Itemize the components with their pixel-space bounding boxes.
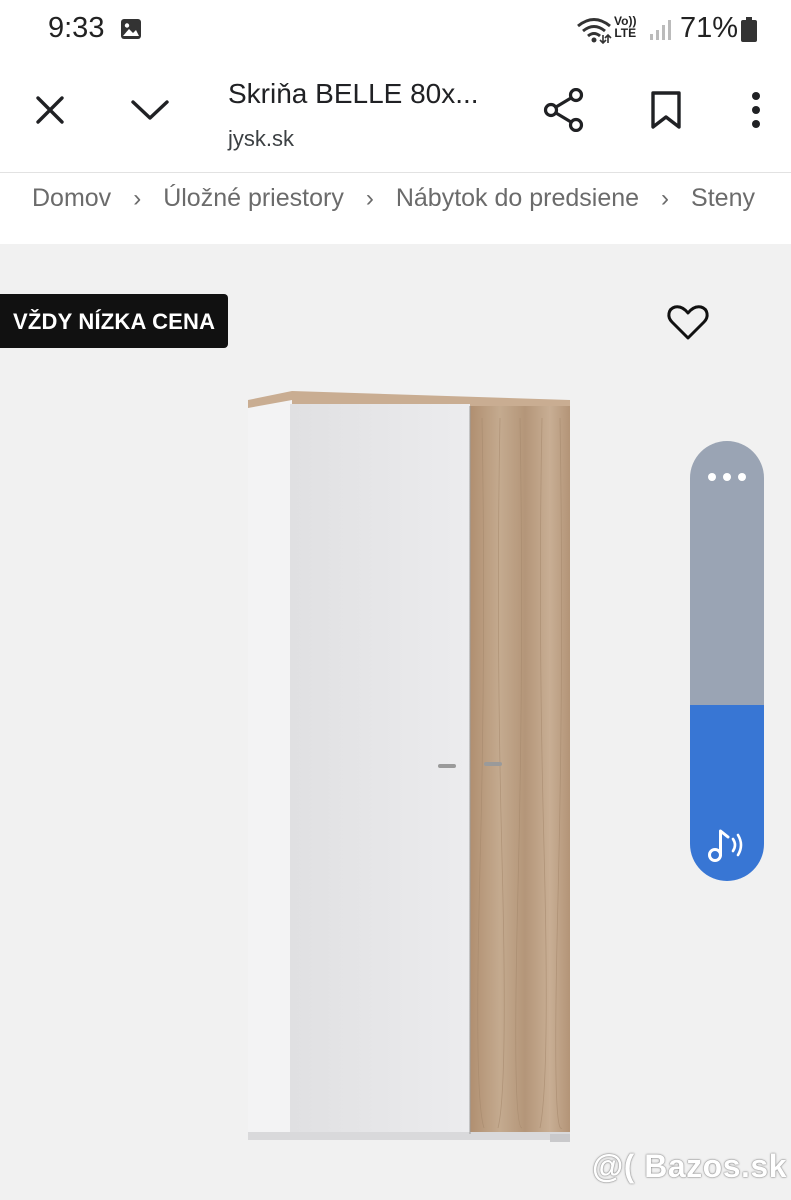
page-domain: jysk.sk [228, 126, 294, 151]
volte-indicator: Vo)) LTE [614, 15, 636, 39]
share-icon [543, 88, 584, 132]
more-vert-icon [752, 92, 760, 128]
more-horiz-icon[interactable] [690, 459, 764, 495]
product-image-area[interactable]: VŽDY NÍZKA CENA [0, 244, 791, 1200]
collapse-button[interactable] [122, 82, 178, 138]
breadcrumb-link-walls[interactable]: Steny [691, 184, 755, 213]
wardrobe-image [248, 391, 570, 1142]
lte-label: LTE [614, 26, 637, 40]
wifi-icon [577, 18, 612, 44]
close-button[interactable] [22, 82, 78, 138]
share-button[interactable] [536, 82, 592, 138]
bookmark-icon [651, 91, 681, 129]
status-time: 9:33 [48, 12, 105, 44]
image-icon [121, 19, 141, 39]
breadcrumb-link-home[interactable]: Domov [32, 184, 111, 213]
battery-percent: 71% [680, 12, 739, 44]
low-price-badge: VŽDY NÍZKA CENA [0, 294, 229, 348]
audio-widget[interactable] [690, 441, 764, 881]
breadcrumb: Domov › Úložné priestory › Nábytok do pr… [0, 173, 791, 243]
more-options-button[interactable] [728, 82, 784, 138]
status-bar: 9:33 Vo)) LTE 71% [0, 0, 791, 62]
watermark: @( Bazos.sk [592, 1148, 787, 1184]
breadcrumb-link-hallway-furniture[interactable]: Nábytok do predsiene [396, 184, 639, 213]
signal-icon [650, 20, 671, 40]
breadcrumb-separator: › [661, 184, 670, 212]
breadcrumb-separator: › [365, 184, 374, 212]
custom-tab-header: Skriňa BELLE 80x... jysk.sk [0, 62, 791, 173]
heart-icon[interactable] [666, 300, 710, 344]
battery-icon [741, 17, 757, 42]
page-title: Skriňa BELLE 80x... [228, 78, 479, 109]
close-icon [36, 96, 64, 124]
audio-widget-top[interactable] [690, 441, 764, 705]
breadcrumb-link-storage[interactable]: Úložné priestory [163, 184, 344, 213]
music-note-icon[interactable] [706, 825, 748, 865]
bookmark-button[interactable] [638, 82, 694, 138]
chevron-down-icon [131, 100, 169, 120]
breadcrumb-separator: › [133, 184, 142, 212]
